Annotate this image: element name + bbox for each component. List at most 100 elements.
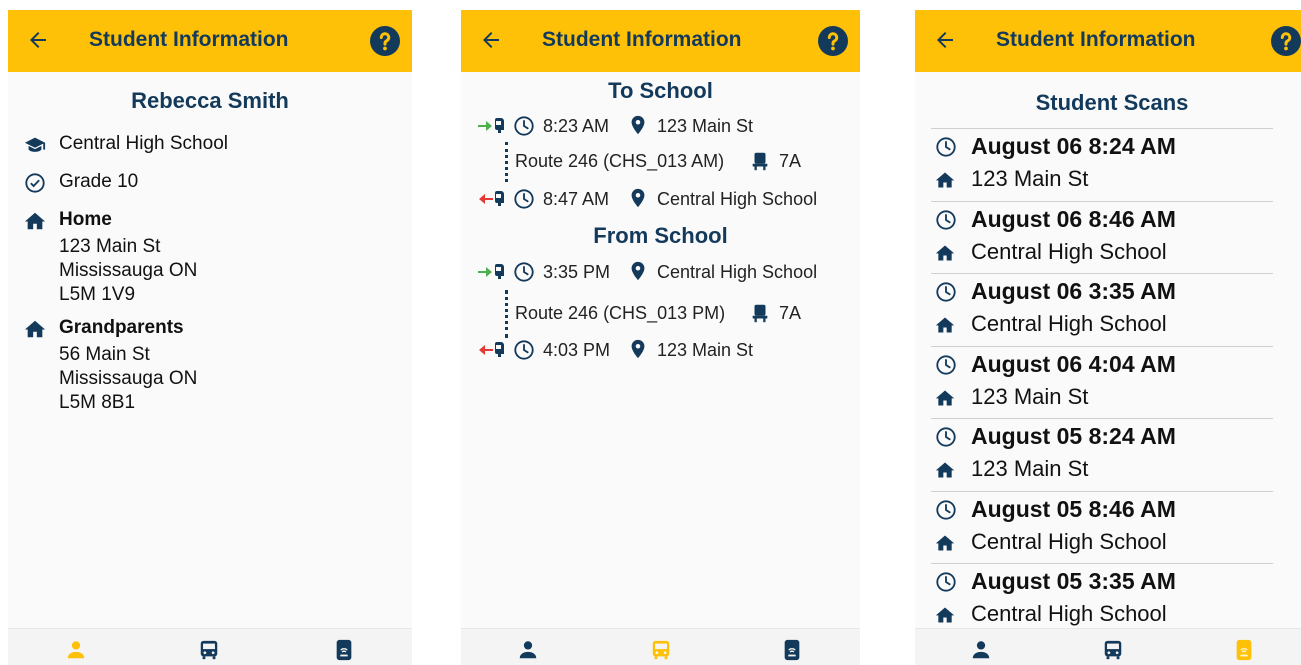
scan-datetime: August 06 8:24 AM: [971, 133, 1176, 159]
seat-icon: [749, 302, 771, 324]
to-school-pickup-time: 8:23 AM: [543, 116, 610, 136]
bus-icon[interactable]: [1102, 639, 1124, 661]
address-postal-grandparents: L5M 8B1: [59, 392, 136, 413]
clock-icon: [935, 571, 957, 593]
clock-icon: [513, 339, 535, 361]
to-school-dropoff-place: Central High School: [657, 189, 818, 209]
board-bus-icon: [477, 114, 507, 138]
exit-bus-icon: [477, 187, 507, 211]
to-school-seat: 7A: [779, 151, 802, 171]
scan-place: 123 Main St: [971, 166, 1089, 191]
clock-icon: [935, 426, 957, 448]
location-pin-icon: [627, 187, 649, 209]
back-arrow-icon[interactable]: [479, 28, 503, 52]
to-school-heading: To School: [608, 78, 713, 103]
scan-place: 123 Main St: [971, 456, 1089, 481]
help-icon[interactable]: [1271, 26, 1301, 56]
scan-datetime: August 06 4:04 AM: [971, 350, 1176, 377]
bus-icon[interactable]: [650, 639, 672, 661]
app-bar: Student Information: [8, 10, 412, 72]
scan-place: Central High School: [971, 238, 1167, 264]
from-school-pickup-place: Central High School: [657, 262, 818, 282]
home-icon: [935, 243, 955, 263]
scan-row: August 06 4:04 AM 123 Main St: [931, 345, 1301, 418]
student-routes-screen: Student Information To School 8:23 AM 12…: [461, 10, 860, 665]
divider: [931, 563, 1273, 564]
scan-datetime: August 06 3:35 AM: [971, 278, 1176, 304]
app-bar-title: Student Information: [996, 28, 1196, 51]
graduation-cap-icon: [24, 134, 46, 156]
scan-datetime: August 05 8:46 AM: [971, 495, 1176, 522]
address-street-grandparents: 56 Main St: [59, 344, 150, 365]
student-name: Rebecca Smith: [131, 88, 289, 113]
scan-card-icon[interactable]: [1233, 639, 1255, 661]
scan-place: Central High School: [971, 601, 1167, 626]
board-bus-icon: [477, 260, 507, 284]
help-icon[interactable]: [818, 26, 848, 56]
home-icon: [935, 388, 955, 408]
scan-place: 123 Main St: [971, 383, 1089, 409]
from-school-dropoff-place: 123 Main St: [657, 340, 754, 360]
to-school-route[interactable]: Route 246 (CHS_013 AM): [515, 151, 724, 172]
clock-icon: [935, 136, 957, 158]
app-bar-title: Student Information: [89, 28, 289, 51]
person-icon[interactable]: [517, 639, 539, 661]
clock-icon: [935, 499, 957, 521]
from-school-seat: 7A: [779, 303, 802, 323]
school-name: Central High School: [59, 133, 228, 154]
person-icon[interactable]: [65, 639, 87, 661]
scan-row: August 05 3:35 AM Central High School: [931, 563, 1301, 635]
scan-row: August 06 8:24 AM 123 Main St: [931, 128, 1301, 200]
bus-icon[interactable]: [198, 639, 220, 661]
app-bar: Student Information: [915, 10, 1301, 72]
from-school-pickup-time: 3:35 PM: [543, 262, 611, 282]
clock-icon: [935, 281, 957, 303]
location-pin-icon: [627, 114, 649, 136]
app-bar: Student Information: [461, 10, 860, 72]
student-profile-screen: Student Information Rebecca Smith Centra…: [8, 10, 412, 665]
divider: [931, 200, 1273, 202]
address-city-home: Mississauga ON: [59, 260, 198, 281]
address-city-grandparents: Mississauga ON: [59, 368, 198, 389]
scan-row: August 05 8:46 AM Central High School: [931, 490, 1301, 563]
home-icon: [24, 210, 46, 232]
back-arrow-icon[interactable]: [933, 28, 957, 52]
home-icon: [24, 318, 46, 340]
scan-datetime: August 06 8:46 AM: [971, 205, 1176, 232]
seat-icon: [749, 150, 771, 172]
person-icon[interactable]: [970, 639, 992, 661]
divider: [931, 128, 1273, 129]
location-pin-icon: [627, 338, 649, 360]
location-pin-icon: [627, 260, 649, 282]
clock-icon: [935, 354, 957, 376]
from-school-heading: From School: [593, 223, 728, 248]
home-icon: [935, 533, 955, 553]
scan-row: August 06 8:46 AM Central High School: [931, 200, 1301, 273]
home-icon: [935, 460, 955, 480]
app-bar-title: Student Information: [542, 28, 742, 51]
bottom-nav: [915, 628, 1301, 665]
scan-row: August 05 8:24 AM 123 Main St: [931, 418, 1301, 490]
from-school-dropoff-time: 4:03 PM: [543, 340, 611, 360]
clock-icon: [513, 115, 535, 137]
clock-icon: [513, 188, 535, 210]
scan-row: August 06 3:35 AM Central High School: [931, 273, 1301, 345]
to-school-dropoff-time: 8:47 AM: [543, 189, 610, 209]
address-label-home: Home: [59, 209, 112, 230]
from-school-route[interactable]: Route 246 (CHS_013 PM): [515, 303, 725, 324]
bottom-nav: [461, 628, 860, 665]
student-scans-heading: Student Scans: [1035, 90, 1189, 115]
exit-bus-icon: [477, 338, 507, 362]
route-connector: [505, 142, 511, 182]
scan-card-icon[interactable]: [781, 639, 803, 661]
check-circle-icon: [24, 172, 46, 194]
back-arrow-icon[interactable]: [26, 28, 50, 52]
help-icon[interactable]: [370, 26, 400, 56]
scan-datetime: August 05 3:35 AM: [971, 568, 1176, 594]
divider: [931, 273, 1273, 274]
divider: [931, 490, 1273, 492]
address-street-home: 123 Main St: [59, 236, 161, 257]
clock-icon: [935, 209, 957, 231]
scan-card-icon[interactable]: [333, 639, 355, 661]
divider: [931, 345, 1273, 347]
